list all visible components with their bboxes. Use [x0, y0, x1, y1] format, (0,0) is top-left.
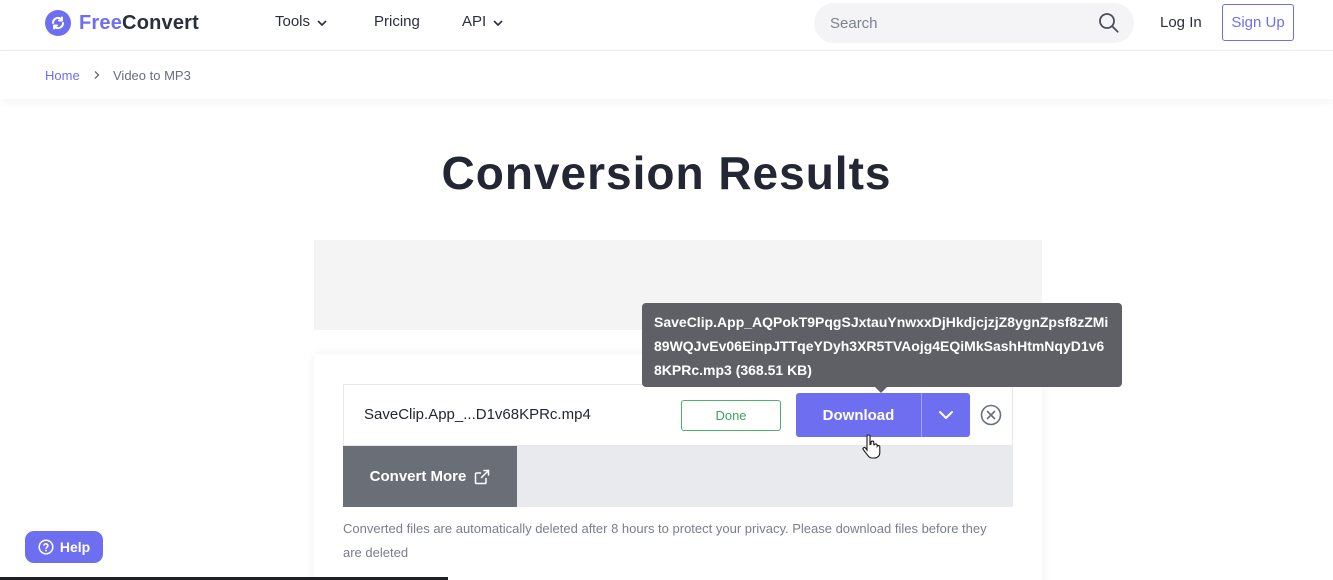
nav-pricing[interactable]: Pricing	[374, 13, 420, 30]
status-badge: Done	[681, 400, 781, 431]
signup-button[interactable]: Sign Up	[1222, 4, 1294, 41]
login-link[interactable]: Log In	[1160, 14, 1202, 31]
tooltip-arrow	[874, 386, 888, 393]
logo-convert-text: Convert	[122, 11, 200, 34]
convert-bar: Convert More	[343, 446, 1013, 507]
nav-pricing-label: Pricing	[374, 13, 420, 30]
download-button[interactable]: Download	[796, 393, 922, 437]
breadcrumb-current: Video to MP3	[113, 68, 191, 83]
chevron-down-icon	[939, 411, 953, 419]
convert-more-button[interactable]: Convert More	[343, 446, 517, 507]
logo-sync-icon	[45, 10, 71, 36]
logo-text: FreeConvert	[79, 12, 199, 35]
help-button[interactable]: Help	[25, 531, 103, 563]
logo-free-text: Free	[79, 11, 123, 34]
download-button-group: Download	[796, 393, 970, 437]
search-box	[814, 3, 1134, 43]
header: FreeConvert Tools Pricing API Log In Sig…	[0, 0, 1333, 51]
breadcrumb: Home Video to MP3	[0, 51, 1333, 99]
logo[interactable]: FreeConvert	[45, 10, 199, 36]
nav-api-label: API	[462, 13, 487, 30]
close-circle-icon[interactable]	[980, 404, 1002, 426]
nav-tools[interactable]: Tools	[275, 13, 328, 30]
download-options-button[interactable]	[922, 393, 970, 437]
chevron-right-icon	[94, 71, 100, 79]
filename-tooltip: SaveClip.App_AQPokT9PqgSJxtauYnwxxDjHkdj…	[642, 303, 1122, 387]
convert-more-label: Convert More	[369, 468, 467, 485]
file-name: SaveClip.App_...D1v68KPRc.mp4	[364, 406, 591, 423]
page-title: Conversion Results	[441, 147, 892, 199]
help-label: Help	[59, 539, 91, 555]
nav-api[interactable]: API	[462, 13, 504, 30]
chevron-down-icon	[493, 19, 503, 26]
file-row: SaveClip.App_...D1v68KPRc.mp4 Done Downl…	[343, 384, 1013, 446]
breadcrumb-home[interactable]: Home	[45, 68, 80, 83]
chevron-down-icon	[317, 19, 327, 26]
search-icon[interactable]	[1098, 12, 1120, 34]
search-input[interactable]	[830, 3, 1090, 43]
nav-tools-label: Tools	[275, 13, 311, 30]
hand-cursor-icon	[862, 434, 881, 459]
privacy-notice: Converted files are automatically delete…	[343, 521, 987, 560]
question-circle-icon	[38, 539, 54, 555]
external-link-icon	[475, 469, 490, 484]
